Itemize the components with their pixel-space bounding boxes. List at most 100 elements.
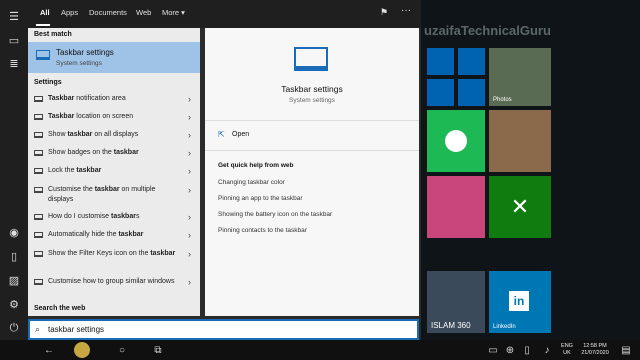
tile-groove[interactable] (458, 48, 485, 75)
chevron-right-icon[interactable]: › (188, 148, 191, 158)
settings-item-icon (34, 168, 43, 174)
xbox-icon: ✕ (510, 194, 530, 219)
chevron-right-icon[interactable]: › (188, 112, 191, 122)
settings-item-label: Customise the taskbar on multiple displa… (48, 185, 178, 204)
mouse-cursor-highlight (74, 342, 90, 358)
tab-apps[interactable]: Apps (61, 8, 78, 17)
settings-item-keyword: taskbar (118, 231, 144, 238)
chevron-right-icon[interactable]: › (188, 130, 191, 140)
help-link[interactable]: Pinning contacts to the taskbar (218, 227, 307, 234)
clock-date: 21/07/2020 (581, 350, 609, 356)
settings-item-keyword: taskbar (113, 149, 139, 156)
cortana-icon[interactable]: ○ (115, 343, 129, 357)
search-web-heading: Search the web (34, 305, 86, 312)
taskbar-settings-icon (36, 50, 50, 60)
settings-item-icon (34, 214, 43, 220)
chevron-right-icon[interactable]: › (188, 249, 191, 259)
chevron-right-icon[interactable]: › (188, 166, 191, 176)
settings-item-label-part: on all displays (92, 131, 139, 138)
task-view-icon[interactable]: ⧉ (151, 343, 165, 357)
chevron-right-icon[interactable]: › (188, 230, 191, 240)
tile-spotify[interactable] (427, 110, 485, 172)
notification-center-icon[interactable]: ▤ (619, 343, 633, 357)
help-link[interactable]: Showing the battery icon on the taskbar (218, 211, 332, 218)
linkedin-icon: in (509, 291, 529, 311)
open-action[interactable]: Open (232, 131, 249, 138)
settings-item-label: Show badges on the taskbar (48, 148, 178, 158)
start-left-rail: ☰ ▭ ≣ ◉ ▯ ▨ ⚙ ⏻ (0, 0, 28, 340)
preview-title: Taskbar settings (281, 84, 343, 94)
tile-maps[interactable] (458, 79, 485, 106)
globe-icon[interactable]: ⊕ (503, 343, 517, 357)
tile-linkedin[interactable]: in LinkedIn (489, 271, 551, 333)
tile-movies[interactable] (427, 48, 454, 75)
best-match-title: Taskbar settings (56, 48, 114, 57)
chevron-right-icon[interactable]: › (188, 277, 191, 287)
home-icon[interactable]: ▭ (6, 32, 22, 48)
settings-item-label: How do I customise taskbars (48, 212, 178, 222)
chevron-right-icon[interactable]: › (188, 212, 191, 222)
user-account-icon[interactable]: ◉ (6, 224, 22, 240)
settings-item-keyword: taskbar (76, 167, 102, 174)
power-icon[interactable]: ⏻ (6, 320, 22, 336)
back-arrow-icon[interactable]: ← (42, 343, 56, 357)
chevron-right-icon[interactable]: › (188, 94, 191, 104)
settings-item-keyword: taskbar (94, 186, 120, 193)
language-indicator[interactable]: ENG UK (560, 343, 574, 357)
settings-gear-icon[interactable]: ⚙ (6, 296, 22, 312)
chevron-right-icon[interactable]: › (188, 185, 191, 195)
preview-subtitle: System settings (289, 97, 335, 104)
settings-item-label: Customise how to group similar windows (48, 277, 178, 287)
tile-islam360-label: ISLAM 360 (431, 321, 471, 330)
tile-xbox[interactable]: ✕ (489, 176, 551, 238)
settings-item-label-part: Automatically hide the (48, 231, 119, 238)
clock-time: 12:58 PM (583, 343, 607, 349)
settings-item-label-part: Show (48, 131, 68, 138)
settings-item-keyword: taskbar (111, 213, 136, 220)
taskbar-settings-large-icon (294, 47, 328, 71)
search-input[interactable]: ⌕ taskbar settings (28, 319, 419, 340)
network-icon[interactable]: ▭ (486, 343, 500, 357)
search-icon: ⌕ (35, 324, 41, 334)
tile-calculator[interactable] (427, 79, 454, 106)
settings-item-label-part: Show badges on the (48, 149, 114, 156)
settings-item-label-part: Lock the (48, 167, 77, 174)
settings-item-icon (34, 232, 43, 238)
settings-item-label: Automatically hide the taskbar (48, 230, 178, 240)
preview-divider-2 (205, 150, 419, 151)
desktop-user-title: uzaifaTechnicalGuru (424, 23, 551, 38)
tile-candy-crush[interactable] (427, 176, 485, 238)
help-link[interactable]: Changing taskbar color (218, 179, 285, 186)
tab-more[interactable]: More ▾ (162, 8, 185, 17)
hamburger-menu-icon[interactable]: ☰ (6, 8, 22, 24)
settings-item-label: Show the Filter Keys icon on the taskbar (48, 249, 178, 259)
settings-heading: Settings (34, 79, 62, 86)
taskbar: ← ○ ⧉ ▭ ⊕ ▯ ♪ ENG UK 12:58 PM 21/07/2020… (0, 340, 640, 360)
settings-item-label-part: s (135, 213, 140, 220)
settings-item-label-part: location on screen (74, 113, 134, 120)
tab-web[interactable]: Web (136, 8, 151, 17)
settings-item-label: Taskbar location on screen (48, 112, 178, 122)
best-match-subtitle: System settings (56, 60, 102, 67)
documents-list-icon[interactable]: ≣ (6, 55, 22, 71)
results-list: Best match Taskbar settings System setti… (28, 28, 200, 316)
documents-icon[interactable]: ▯ (6, 248, 22, 264)
pictures-icon[interactable]: ▨ (6, 272, 22, 288)
clock[interactable]: 12:58 PM 21/07/2020 (578, 343, 612, 357)
tab-all[interactable]: All (40, 8, 50, 17)
best-match-result[interactable]: Taskbar settings System settings (28, 42, 200, 73)
spotify-icon (445, 130, 467, 152)
tile-photos[interactable]: Photos (489, 48, 551, 106)
tab-active-underline (36, 24, 50, 26)
more-options-icon[interactable]: ··· (401, 5, 411, 16)
tile-islam360[interactable]: ISLAM 360 (427, 271, 485, 333)
settings-item-icon (34, 150, 43, 156)
volume-icon[interactable]: ♪ (540, 343, 554, 357)
help-link[interactable]: Pinning an app to the taskbar (218, 195, 303, 202)
tile-photos-label: Photos (493, 97, 512, 103)
battery-icon[interactable]: ▯ (520, 343, 534, 357)
language-code: ENG (561, 343, 573, 349)
tile-news[interactable] (489, 110, 551, 172)
feedback-icon[interactable]: ⚑ (380, 7, 388, 18)
tab-documents[interactable]: Documents (89, 8, 127, 17)
